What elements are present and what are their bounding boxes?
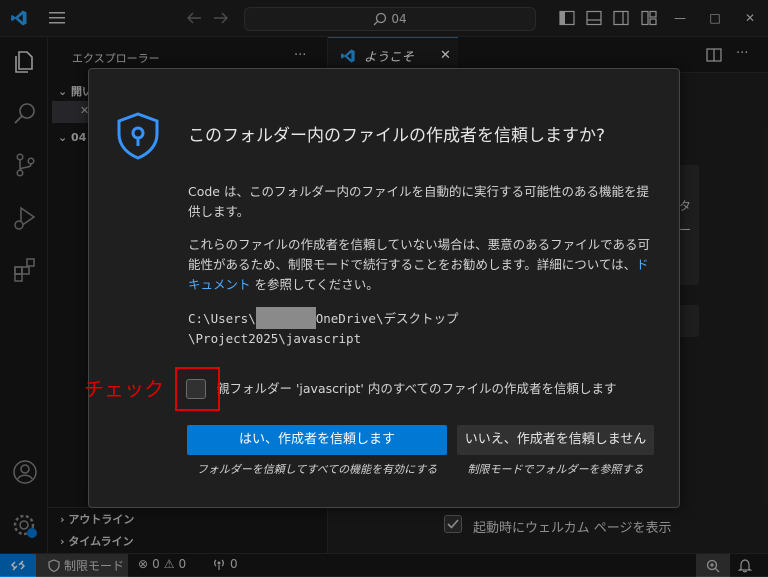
path-line-2: \Project2025\javascript <box>188 331 362 346</box>
path-suffix: OneDrive\デスクトップ <box>315 311 459 326</box>
trust-parent-folder-label: 親フォルダー 'javascript' 内のすべてのファイルの作成者を信頼します <box>217 381 617 396</box>
redacted-username <box>255 307 316 329</box>
dont-trust-authors-description: 制限モードでフォルダーを参照する <box>467 463 644 476</box>
trust-authors-button[interactable]: はい、作成者を信頼します <box>187 425 447 455</box>
dialog-paragraph-2: これらのファイルの作成者を信頼していない場合は、悪意のあるファイルである可能性が… <box>188 235 658 295</box>
shield-lock-icon <box>117 112 159 160</box>
folder-path: C:\Users\ OneDrive\デスクトップ \Project2025\ja… <box>188 307 658 349</box>
dialog-paragraph-1: Code は、このフォルダー内のファイルを自動的に実行する可能性のある機能を提供… <box>188 184 649 219</box>
para2-text-after: を参照してください。 <box>250 277 379 292</box>
check-annotation-label: チェック <box>84 377 164 401</box>
check-annotation-box <box>175 367 220 411</box>
dialog-title: このフォルダー内のファイルの作成者を信頼しますか? <box>188 126 606 146</box>
path-prefix: C:\Users\ <box>188 311 256 326</box>
trust-authors-description: フォルダーを信頼してすべての機能を有効にする <box>196 463 438 476</box>
para2-text-before: これらのファイルの作成者を信頼していない場合は、悪意のあるファイルである可能性が… <box>188 237 651 272</box>
dont-trust-authors-button[interactable]: いいえ、作成者を信頼しません <box>457 425 654 455</box>
workspace-trust-dialog: このフォルダー内のファイルの作成者を信頼しますか? Code は、このフォルダー… <box>88 68 680 508</box>
